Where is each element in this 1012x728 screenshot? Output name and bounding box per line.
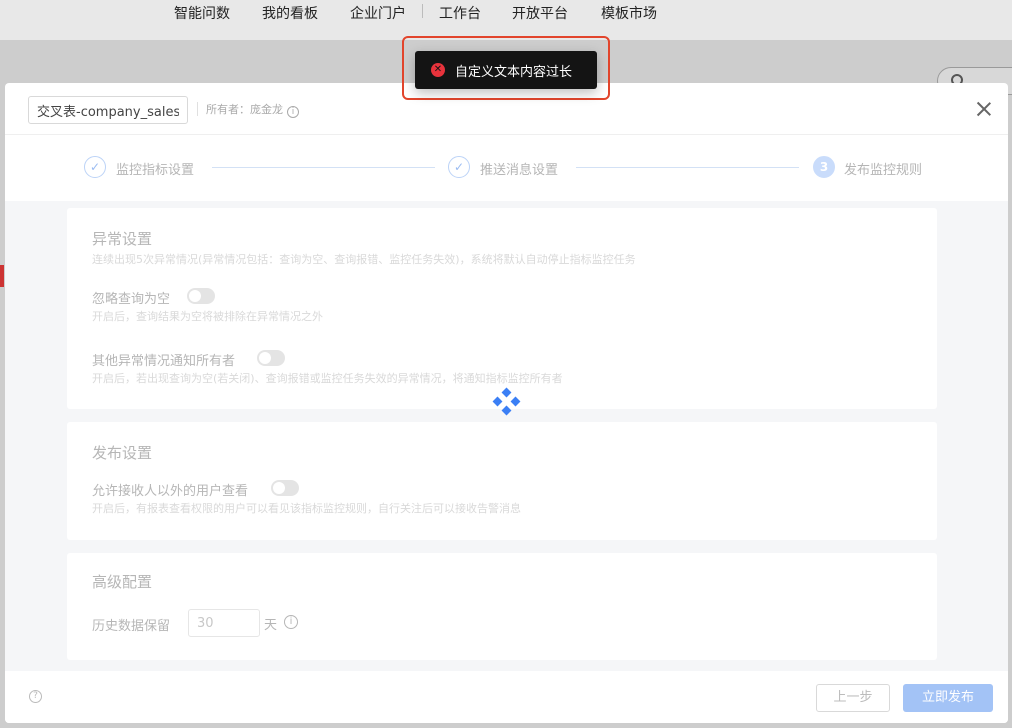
steps-bar: ✓ 监控指标设置 ✓ 推送消息设置 3 发布监控规则 [5,135,1008,201]
nav-item-my-dashboard[interactable]: 我的看板 [262,3,318,23]
step-number-3: 3 [813,156,835,178]
info-icon[interactable]: i [287,106,299,118]
notify-owner-label: 其他异常情况通知所有者 [92,354,236,369]
nav-divider [422,4,423,18]
publish-now-button[interactable]: 立即发布 [903,684,993,712]
step-label-monitor-metric: 监控指标设置 [116,163,195,178]
step-label-publish-rule: 发布监控规则 [844,163,923,178]
header-divider [197,102,198,116]
allow-view-toggle[interactable] [271,480,299,496]
nav-item-enterprise-portal[interactable]: 企业门户 [350,3,406,23]
error-icon: ✕ [431,63,445,77]
prev-step-button[interactable]: 上一步 [816,684,890,712]
exception-settings-title: 异常设置 [92,230,153,248]
nav-item-open-platform[interactable]: 开放平台 [512,3,568,23]
loading-spinner-icon [492,387,521,416]
history-retention-unit: 天 [264,618,278,633]
notify-owner-toggle[interactable] [257,350,285,366]
step-connector [212,167,435,168]
nav-item-workbench[interactable]: 工作台 [439,3,481,23]
advanced-settings-title: 高级配置 [92,573,153,591]
nav-item-template-market[interactable]: 模板市场 [601,3,657,23]
close-icon[interactable] [976,101,992,117]
step-connector [576,167,799,168]
history-retention-input[interactable] [188,609,260,637]
advanced-settings-card: 高级配置 历史数据保留 天 i [67,553,937,660]
publish-settings-card: 发布设置 允许接收人以外的用户查看 开启后，有报表查看权限的用户可以看见该指标监… [67,422,937,540]
modal-body: 异常设置 连续出现5次异常情况(异常情况包括：查询为空、查询报错、监控任务失效)… [5,201,1008,671]
error-toast: ✕ 自定义文本内容过长 [415,51,597,89]
check-icon: ✓ [448,156,470,178]
nav-item-smart-query[interactable]: 智能问数 [174,3,230,23]
help-icon[interactable]: ? [29,690,42,703]
exception-settings-card: 异常设置 连续出现5次异常情况(异常情况包括：查询为空、查询报错、监控任务失效)… [67,208,937,409]
owner-info: 所有者：庞金龙 i [206,101,299,118]
check-icon: ✓ [84,156,106,178]
ignore-empty-desc: 开启后，查询结果为空将被排除在异常情况之外 [92,310,323,323]
owner-text: 所有者：庞金龙 [206,103,283,116]
top-navigation: 智能问数 我的看板 企业门户 工作台 开放平台 模板市场 [0,0,1012,40]
allow-view-label: 允许接收人以外的用户查看 [92,484,249,499]
publish-monitor-modal: 所有者：庞金龙 i ✓ 监控指标设置 ✓ 推送消息设置 3 发布监控规则 异常设置… [5,83,1008,723]
publish-settings-title: 发布设置 [92,444,153,462]
modal-footer: ? 上一步 立即发布 [5,671,1008,723]
history-retention-label: 历史数据保留 [92,619,171,634]
notify-owner-desc: 开启后，若出现查询为空(若关闭)、查询报错或监控任务失效的异常情况，将通知指标监… [92,372,563,385]
ignore-empty-toggle[interactable] [187,288,215,304]
monitor-title-input[interactable] [28,96,188,124]
step-label-push-message: 推送消息设置 [480,163,559,178]
ignore-empty-label: 忽略查询为空 [92,292,171,307]
toast-message: 自定义文本内容过长 [455,65,573,80]
info-icon[interactable]: i [284,615,298,629]
exception-settings-desc: 连续出现5次异常情况(异常情况包括：查询为空、查询报错、监控任务失效)，系统将默… [92,253,636,266]
background-red-marker [0,265,4,287]
allow-view-desc: 开启后，有报表查看权限的用户可以看见该指标监控规则，自行关注后可以接收告警消息 [92,502,521,515]
